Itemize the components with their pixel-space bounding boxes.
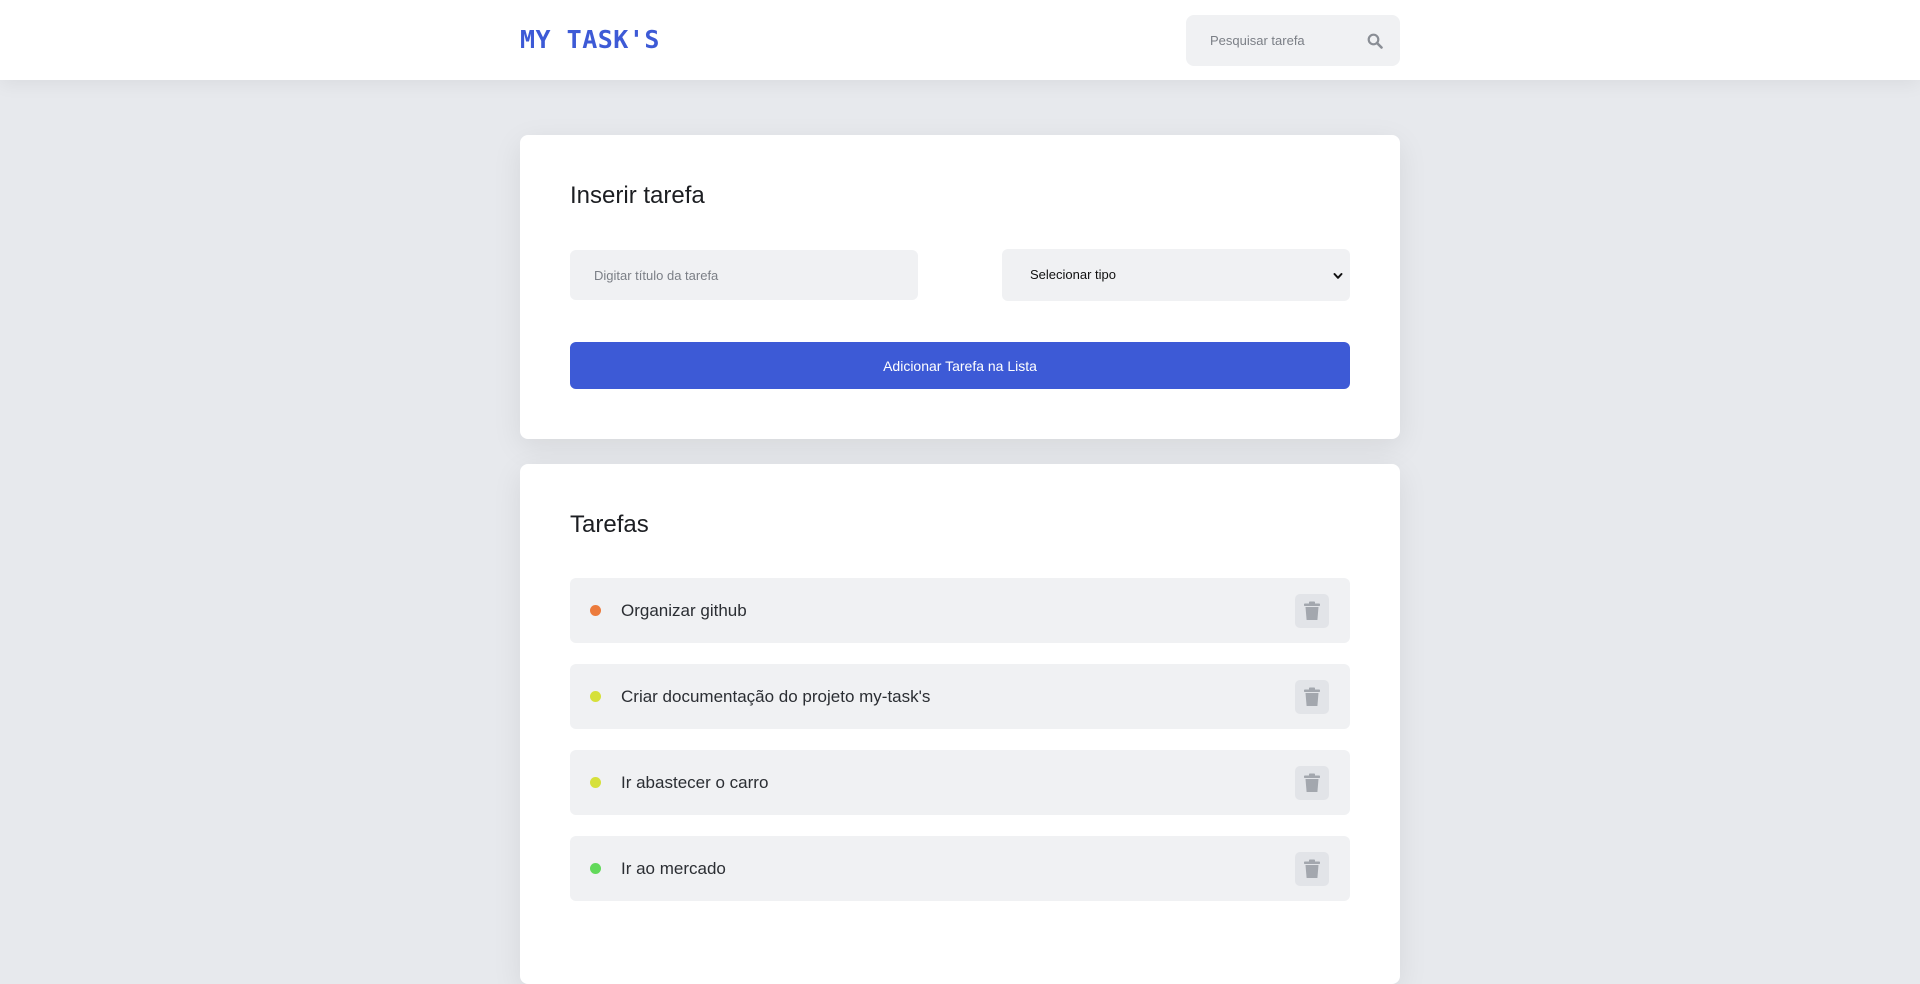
task-list-card: Tarefas Organizar github Criar documenta… xyxy=(520,464,1400,984)
task-item[interactable]: Ir abastecer o carro xyxy=(570,750,1350,815)
trash-icon[interactable] xyxy=(1295,680,1329,714)
task-label: Ir ao mercado xyxy=(621,859,726,878)
app-header: MY TASK'S xyxy=(0,0,1920,80)
task-type-dot xyxy=(590,777,601,788)
task-type-dot xyxy=(590,605,601,616)
trash-icon[interactable] xyxy=(1295,852,1329,886)
trash-icon[interactable] xyxy=(1295,766,1329,800)
task-item[interactable]: Criar documentação do projeto my-task's xyxy=(570,664,1350,729)
task-label: Ir abastecer o carro xyxy=(621,773,769,792)
insert-task-card: Inserir tarefa Selecionar tipo Adicionar… xyxy=(520,135,1400,439)
task-type-dot xyxy=(590,691,601,702)
task-type-select[interactable]: Selecionar tipo xyxy=(1002,249,1350,301)
task-type-dot xyxy=(590,863,601,874)
header-container: MY TASK'S xyxy=(520,0,1400,80)
app-logo: MY TASK'S xyxy=(520,25,660,54)
search-box xyxy=(1186,15,1400,66)
task-label: Organizar github xyxy=(621,601,747,620)
search-icon[interactable] xyxy=(1362,28,1388,54)
task-list-title: Tarefas xyxy=(570,511,649,538)
task-label: Criar documentação do projeto my-task's xyxy=(621,687,931,706)
search-input[interactable] xyxy=(1186,15,1356,66)
insert-task-title: Inserir tarefa xyxy=(570,182,705,209)
task-item[interactable]: Organizar github xyxy=(570,578,1350,643)
task-type-select-value: Selecionar tipo xyxy=(1030,267,1116,282)
add-task-button[interactable]: Adicionar Tarefa na Lista xyxy=(570,342,1350,389)
trash-icon[interactable] xyxy=(1295,594,1329,628)
chevron-down-icon xyxy=(1332,269,1344,281)
task-title-input[interactable] xyxy=(570,250,918,300)
task-item[interactable]: Ir ao mercado xyxy=(570,836,1350,901)
